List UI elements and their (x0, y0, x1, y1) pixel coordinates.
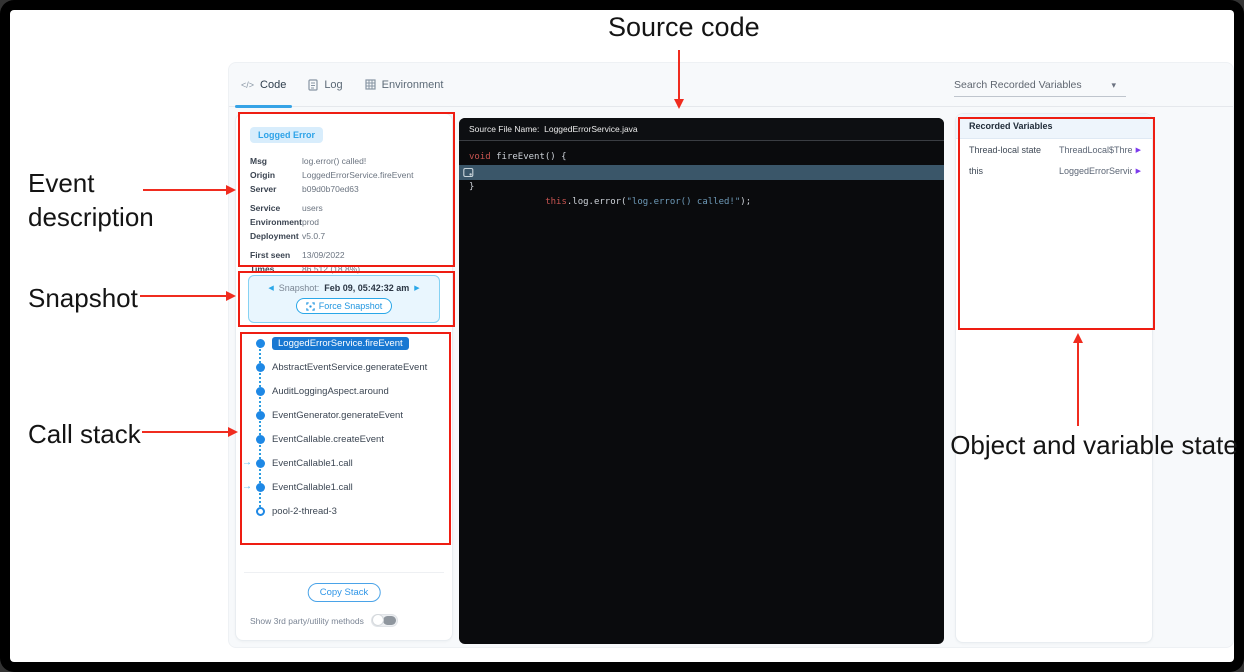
force-snapshot-button[interactable]: Force Snapshot (296, 298, 393, 314)
active-tab-underline (235, 105, 292, 108)
screenshot-frame: </> Code Log Environment Search Recorded… (0, 0, 1244, 672)
search-select-label: Search Recorded Variables (954, 79, 1082, 91)
stack-frame-label: EventCallable.createEvent (272, 434, 384, 445)
recorded-variables-title: Recorded Variables (956, 114, 1152, 139)
third-party-toggle-row: Show 3rd party/utility methods (250, 614, 398, 627)
recorded-variables-panel: Recorded Variables Thread-local state Th… (955, 113, 1153, 643)
stack-frame-label: pool-2-thread-3 (272, 506, 337, 517)
force-snapshot-label: Force Snapshot (319, 301, 383, 311)
copy-stack-button[interactable]: Copy Stack (308, 583, 381, 602)
third-party-toggle-label: Show 3rd party/utility methods (250, 616, 364, 626)
field-first-seen: First seen13/09/2022 (250, 248, 446, 262)
field-service: Serviceusers (250, 201, 446, 215)
tab-log-label: Log (324, 79, 342, 91)
tab-code-label: Code (260, 79, 286, 91)
stack-frame-3[interactable]: EventGenerator.generateEvent (242, 408, 448, 422)
stack-frame-label: EventCallable1.call (272, 458, 353, 469)
logged-error-badge: Logged Error (250, 127, 323, 143)
red-arrow-right-call-stack (142, 431, 229, 433)
app-window: </> Code Log Environment Search Recorded… (228, 62, 1234, 648)
code-line-2-highlighted: this.log.error("log.error() called!"); (459, 165, 944, 180)
thread-dot-icon (256, 507, 265, 516)
stack-frame-4[interactable]: EventCallable.createEvent (242, 432, 448, 446)
stack-dot-icon (256, 339, 265, 348)
stack-dot-icon (256, 483, 265, 492)
current-frame-arrow-icon: → (242, 482, 256, 492)
event-fields: Msglog.error() called! OriginLoggedError… (250, 154, 446, 276)
stack-dot-icon (256, 435, 265, 444)
code-line-1: void fireEvent() { (459, 150, 944, 165)
source-code-panel: Source File Name: LoggedErrorService.jav… (459, 118, 944, 644)
call-stack-list: LoggedErrorService.fireEvent AbstractEve… (242, 336, 448, 528)
code-icon: </> (241, 80, 254, 90)
force-snapshot-icon (306, 302, 315, 311)
current-frame-arrow-icon: → (242, 458, 256, 468)
annotation-source-code: Source code (608, 12, 760, 43)
variable-value: ThreadLocal$ThreadL... (1059, 145, 1132, 155)
stack-frame-7[interactable]: pool-2-thread-3 (242, 504, 448, 518)
source-file-name: LoggedErrorService.java (539, 124, 637, 134)
snapshot-prev-icon[interactable]: ◀ (268, 284, 273, 292)
stack-frame-label: EventGenerator.generateEvent (272, 410, 403, 421)
snapshot-box: ◀ Snapshot: Feb 09, 05:42:32 am ▶ Force … (248, 275, 440, 323)
chevron-down-icon: ▾ (1111, 80, 1116, 91)
stack-frame-label: AbstractEventService.generateEvent (272, 362, 427, 373)
field-deployment: Deploymentv5.0.7 (250, 229, 446, 243)
source-file-header: Source File Name: LoggedErrorService.jav… (459, 118, 944, 141)
snapshot-timestamp: Feb 09, 05:42:32 am (324, 283, 409, 293)
tab-environment[interactable]: Environment (361, 63, 448, 107)
tab-log[interactable]: Log (304, 63, 346, 107)
stack-frame-label: AuditLoggingAspect.around (272, 386, 389, 397)
variable-value: LoggedErrorService (1059, 166, 1132, 176)
snapshot-nav: ◀ Snapshot: Feb 09, 05:42:32 am ▶ (249, 283, 439, 293)
code-area: void fireEvent() { this.log.error("log.e… (459, 141, 944, 195)
stack-frame-2[interactable]: AuditLoggingAspect.around (242, 384, 448, 398)
code-line-3: } (459, 180, 944, 195)
stack-dot-icon (256, 387, 265, 396)
log-icon (308, 79, 318, 91)
field-times: Times86,512 (18.8%) (250, 262, 446, 276)
field-environment: Environmentprod (250, 215, 446, 229)
environment-icon (365, 79, 376, 90)
red-arrow-down-source-code (678, 50, 680, 100)
toggle-track (383, 616, 396, 625)
search-recorded-variables-select[interactable]: Search Recorded Variables ▾ (954, 79, 1126, 97)
snapshot-next-icon[interactable]: ▶ (414, 284, 419, 292)
annotation-object-state: Object and variable state (946, 430, 1242, 461)
stack-frame-1[interactable]: AbstractEventService.generateEvent (242, 360, 448, 374)
expand-caret-icon: ▶ (1136, 146, 1141, 154)
expand-caret-icon: ▶ (1136, 167, 1141, 175)
toggle-knob (372, 614, 384, 626)
tab-environment-label: Environment (382, 79, 444, 91)
variable-row-this[interactable]: this LoggedErrorService ▶ (956, 160, 1152, 181)
snapshot-marker-icon[interactable] (463, 167, 474, 178)
tab-code[interactable]: </> Code (237, 63, 290, 107)
variable-row-thread-local[interactable]: Thread-local state ThreadLocal$ThreadL..… (956, 139, 1152, 160)
red-arrow-right-event-description (143, 189, 227, 191)
field-msg: Msglog.error() called! (250, 154, 446, 168)
annotation-event-description: Eventdescription (28, 166, 154, 234)
source-file-label: Source File Name: (469, 124, 539, 134)
event-panel: Logged Error Msglog.error() called! Orig… (235, 113, 453, 641)
stack-frame-label: LoggedErrorService.fireEvent (272, 337, 409, 350)
stack-frame-0[interactable]: LoggedErrorService.fireEvent (242, 336, 448, 350)
third-party-toggle[interactable] (371, 614, 398, 627)
stack-frame-6[interactable]: → EventCallable1.call (242, 480, 448, 494)
red-arrow-up-object-state (1077, 342, 1079, 426)
variable-name: this (969, 166, 1059, 176)
field-server: Serverb09d0b70ed63 (250, 182, 446, 196)
annotation-call-stack: Call stack (28, 419, 141, 450)
red-arrow-right-snapshot (140, 295, 227, 297)
stack-dot-icon (256, 411, 265, 420)
annotation-snapshot: Snapshot (28, 283, 138, 314)
stack-frame-label: EventCallable1.call (272, 482, 353, 493)
stack-dot-icon (256, 459, 265, 468)
stack-frame-5[interactable]: → EventCallable1.call (242, 456, 448, 470)
snapshot-label: Snapshot: (279, 283, 320, 293)
field-origin: OriginLoggedErrorService.fireEvent (250, 168, 446, 182)
card-divider (244, 572, 444, 573)
variable-name: Thread-local state (969, 145, 1059, 155)
stack-dot-icon (256, 363, 265, 372)
